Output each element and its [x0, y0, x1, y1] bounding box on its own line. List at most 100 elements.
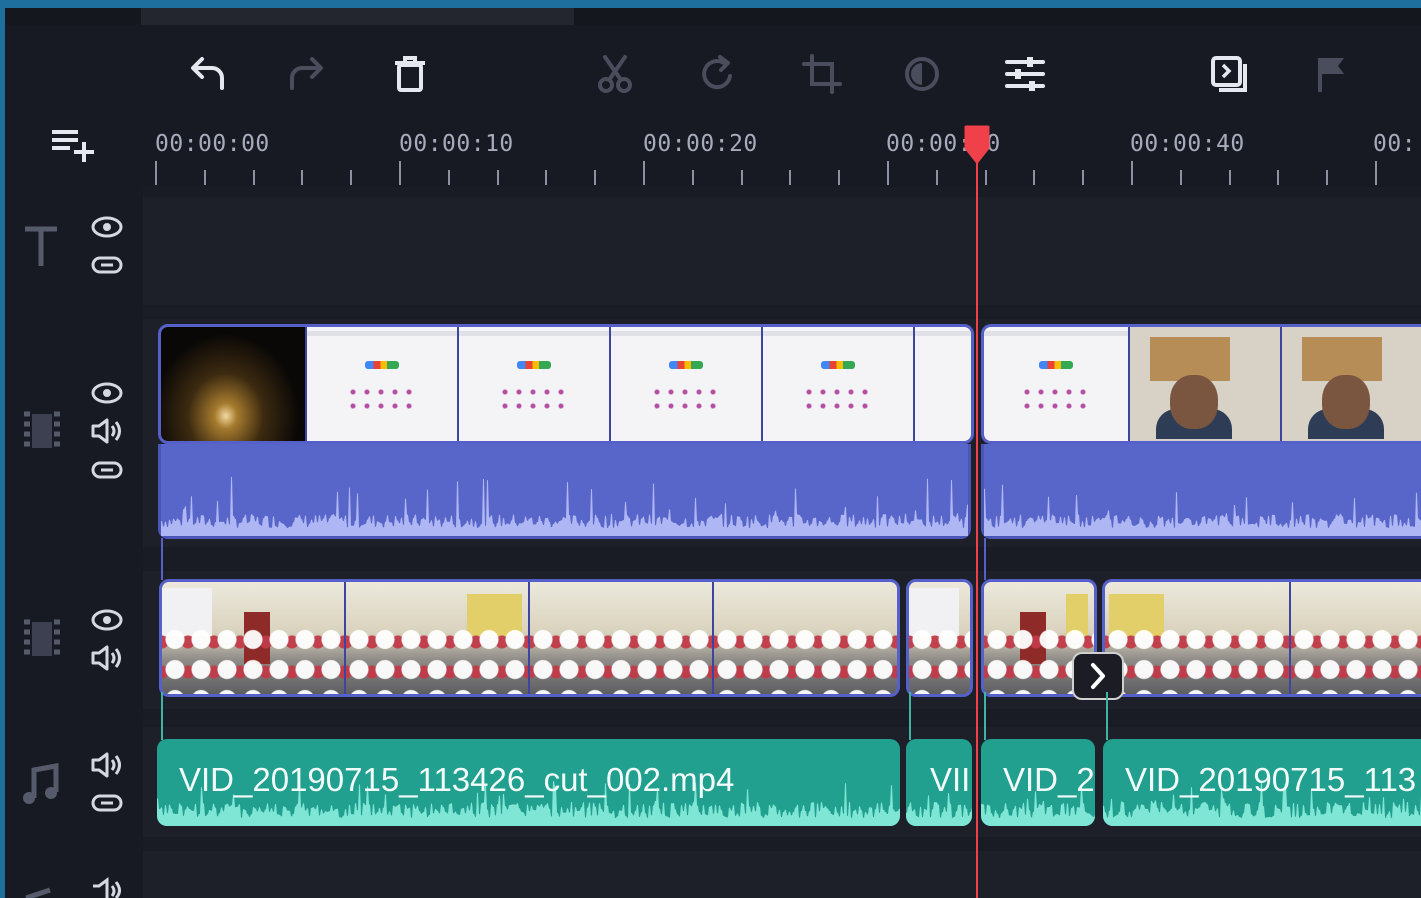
audio-clip-label: VID_2: [1003, 761, 1095, 798]
transition-wizard-button[interactable]: [1203, 48, 1255, 100]
extra-track-lane[interactable]: [143, 851, 1421, 898]
undo-icon: [191, 57, 224, 90]
clip-thumbnail: [1282, 327, 1421, 441]
ruler-minor-tick: [838, 170, 841, 185]
delete-button[interactable]: [384, 48, 436, 100]
video-clip[interactable]: [158, 324, 974, 444]
ruler-minor-tick: [1082, 170, 1085, 185]
ruler-minor-tick: [1228, 170, 1231, 185]
add-track-button[interactable]: [48, 126, 100, 166]
clip-properties-button[interactable]: [999, 48, 1051, 100]
ruler-minor-tick: [350, 170, 353, 185]
ruler-label: 00:00:20: [643, 131, 758, 157]
music-note-icon: [20, 762, 62, 808]
crop-icon: [802, 54, 842, 94]
clip-thumbnail: [984, 327, 1130, 441]
music-note-icon: [20, 880, 60, 898]
ruler-label: 00:00:40: [1130, 131, 1245, 157]
overlay-clip[interactable]: [159, 579, 900, 697]
ruler-minor-tick: [740, 170, 743, 185]
clip-thumbnail: [346, 582, 530, 694]
audio-clip[interactable]: VID_20190715_113426_cut_002.mp4: [157, 739, 900, 826]
ruler-minor-tick: [935, 170, 938, 185]
ruler-minor-tick: [496, 170, 499, 185]
overlay-clip[interactable]: [1102, 579, 1421, 697]
title-track-lane[interactable]: [143, 197, 1421, 305]
rotate-button[interactable]: [692, 48, 744, 100]
video-audio-waveform[interactable]: [158, 444, 971, 539]
audio-clip-label: VID_20190715_113: [1125, 761, 1417, 798]
eye-icon[interactable]: [88, 378, 126, 408]
add-track-icon: [52, 130, 94, 162]
ruler-minor-tick: [594, 170, 597, 185]
window-frame-top: [0, 0, 1421, 8]
audio-clip-label: VID_20190715_113426_cut_002.mp4: [179, 761, 735, 798]
clip-thumbnail: [162, 582, 346, 694]
clip-thumbnail: [611, 327, 763, 441]
ruler-minor-tick: [545, 170, 548, 185]
ruler-minor-tick: [691, 170, 694, 185]
speaker-icon[interactable]: [88, 416, 126, 446]
ruler-minor-tick: [984, 170, 987, 185]
video-audio-waveform[interactable]: [981, 444, 1421, 539]
waveform-shape: [984, 484, 1421, 536]
audio-clip[interactable]: VID_2: [981, 739, 1095, 826]
ruler-minor-tick: [1179, 170, 1182, 185]
overlay-clip[interactable]: [906, 579, 973, 697]
clip-link-line: [909, 692, 911, 740]
redo-button[interactable]: [282, 48, 334, 100]
speaker-icon[interactable]: [88, 643, 126, 673]
eye-icon[interactable]: [88, 605, 126, 635]
speaker-icon[interactable]: [88, 876, 126, 898]
waveform-shape: [161, 476, 968, 536]
clip-thumbnail: [161, 327, 307, 441]
clip-thumbnail: [1291, 582, 1421, 694]
undo-button[interactable]: [180, 48, 232, 100]
ruler-label: 00:00:00: [155, 131, 270, 157]
ruler-minor-tick: [252, 170, 255, 185]
split-button[interactable]: [589, 48, 641, 100]
transition-marker[interactable]: [1072, 652, 1124, 700]
audio-clip[interactable]: VII: [906, 739, 972, 826]
link-icon[interactable]: [88, 250, 126, 280]
link-icon[interactable]: [88, 788, 126, 818]
clip-thumbnail: [307, 327, 459, 441]
clip-link-line: [984, 692, 986, 740]
clip-thumbnail: [714, 582, 897, 694]
transition-icon: [1091, 663, 1105, 689]
ruler-minor-tick: [789, 170, 792, 185]
playhead-handle[interactable]: [963, 124, 991, 164]
ruler-minor-tick: [1277, 170, 1280, 185]
audio-clip[interactable]: VID_20190715_113: [1103, 739, 1421, 826]
clip-thumbnail: [530, 582, 714, 694]
eye-icon[interactable]: [88, 212, 126, 242]
ruler-major-tick: [1375, 161, 1377, 185]
trash-icon: [395, 56, 425, 92]
clip-thumbnail: [915, 327, 971, 441]
marker-button[interactable]: [1306, 48, 1358, 100]
waveform: [984, 484, 1421, 536]
link-icon[interactable]: [88, 455, 126, 485]
color-adjust-button[interactable]: [896, 48, 948, 100]
clip-link-line: [984, 538, 986, 580]
crop-button[interactable]: [796, 48, 848, 100]
video-track-icon: [22, 616, 62, 662]
playhead-line[interactable]: [976, 148, 978, 898]
waveform: [161, 476, 968, 536]
clip-thumbnail: [459, 327, 611, 441]
ruler-major-tick: [643, 161, 645, 185]
video-clip[interactable]: [981, 324, 1421, 444]
rotate-icon: [702, 55, 732, 89]
ruler-major-tick: [399, 161, 401, 185]
clip-thumbnail: [909, 582, 970, 694]
speaker-icon[interactable]: [88, 750, 126, 780]
redo-icon: [290, 57, 323, 90]
color-adjust-icon: [905, 57, 939, 91]
text-track-icon: [22, 224, 60, 268]
panel-tab[interactable]: [141, 8, 574, 25]
sliders-icon: [1005, 57, 1045, 91]
flag-icon: [1318, 58, 1344, 92]
clip-link-line: [161, 692, 163, 740]
scissors-icon: [598, 55, 632, 93]
panel-header: [5, 8, 1421, 25]
